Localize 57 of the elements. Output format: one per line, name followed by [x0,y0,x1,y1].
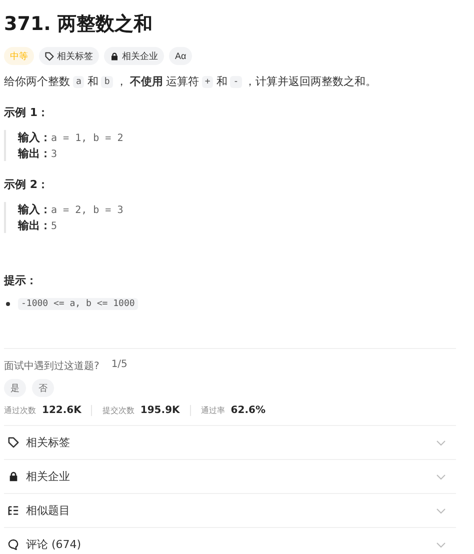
tag-icon [8,437,19,448]
chevron-icon [436,508,446,514]
tag-icon [45,52,54,60]
section-label: 相关标签 [26,435,71,450]
lock-icon [110,52,119,60]
section-row[interactable]: 相关企业 [4,459,456,493]
stat-label: 通过率 [200,405,225,416]
inline-code: - [230,76,242,88]
example-title: 示例 1： [4,105,50,120]
stat-label: 提交次数 [102,405,134,416]
comment-icon [8,539,19,550]
stat-value: 195.9K [140,405,180,416]
constraint-code: -1000 <= a, b <= 1000 [18,298,138,310]
description-text: 和 [216,74,228,89]
inline-code: a [73,76,84,88]
description-text: 运算符 [166,74,199,89]
vote-count: 1/5 [111,359,128,372]
section-row[interactable]: 相关标签 [4,425,456,459]
description-text: 不使用 [130,74,163,89]
chevron-icon [436,440,446,446]
inline-code: + [202,76,214,88]
font-button[interactable]: Aα [169,47,192,65]
stat-value: 62.6% [230,405,266,416]
answer-button[interactable]: 是 [4,379,26,397]
difficulty-badge: 中等 [4,47,34,65]
companies-button[interactable]: 相关企业 [104,47,164,65]
chevron-icon [436,474,446,480]
chevron-icon [436,542,446,548]
section-label: 相关企业 [26,469,71,484]
section-label: 评论 (674) [26,537,82,552]
bullet-icon [6,302,10,306]
example-label: 输出： [18,146,51,161]
example-label: 输入： [18,202,51,217]
example-value: a = 2, b = 3 [51,205,124,216]
example-value: 5 [51,221,58,232]
interview-question: 面试中遇到过这道题? [4,360,100,373]
stat-value: 122.6K [42,405,82,416]
example-value: 3 [51,149,58,160]
tags-button[interactable]: 相关标签 [39,47,99,65]
section-row[interactable]: 评论 (674) [4,527,456,554]
example-title: 示例 2： [4,177,50,192]
lock-icon [8,471,19,482]
list-icon [8,505,19,516]
stat-label: 通过次数 [4,405,36,416]
description-text: 给你两个整数 [4,74,70,89]
inline-code: b [101,76,113,88]
example-value: a = 1, b = 2 [51,133,124,144]
section-row[interactable]: 相似题目 [4,493,456,527]
example-label: 输出： [18,218,51,233]
hints-title: 提示： [4,273,38,288]
problem-title: 371. 两整数之和 [4,12,154,37]
example-label: 输入： [18,130,51,145]
description-text: ， [116,74,127,89]
description-text: ，计算并返回两整数之和。 [244,74,377,89]
section-label: 相似题目 [26,503,71,518]
description-text: 和 [87,74,98,89]
answer-button[interactable]: 否 [32,379,54,397]
